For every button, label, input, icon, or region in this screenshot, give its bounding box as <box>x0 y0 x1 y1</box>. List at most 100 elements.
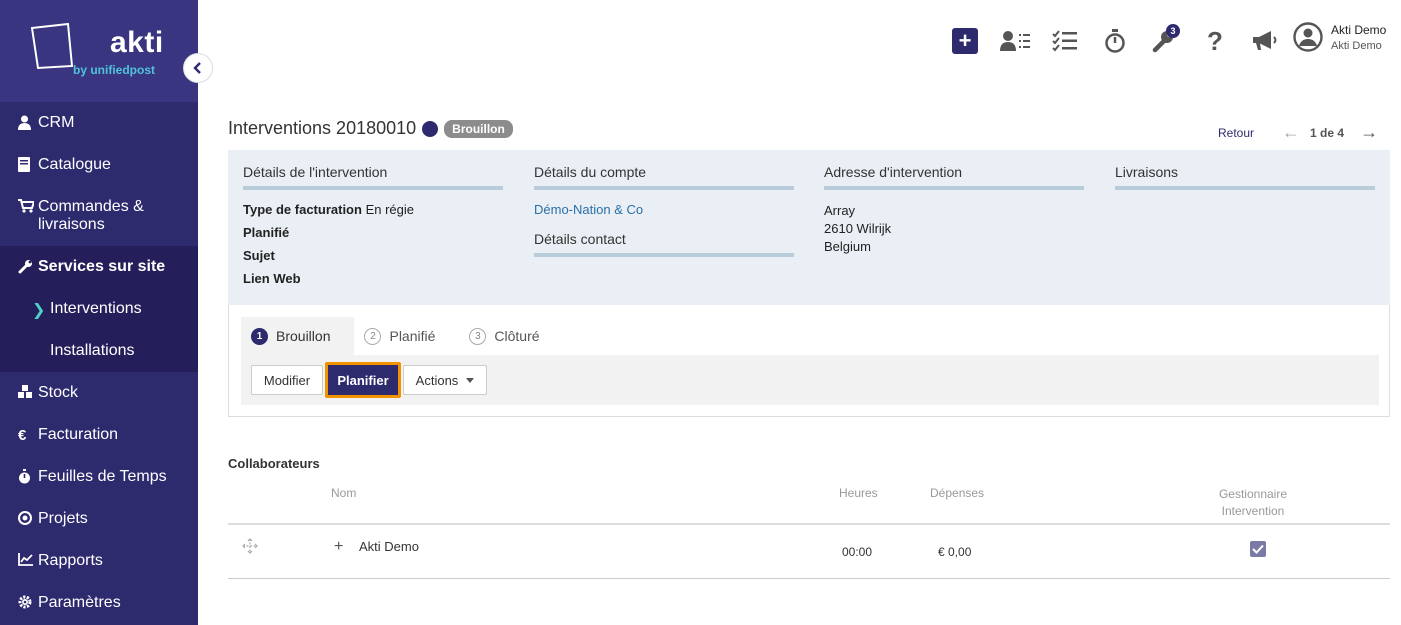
user-avatar-icon <box>1293 22 1323 52</box>
help-button[interactable]: ? <box>1190 24 1240 58</box>
account-details-heading: Détails du compte <box>534 164 794 190</box>
timer-button[interactable] <box>1090 24 1140 58</box>
sidebar-subitem-installations[interactable]: Installations <box>0 330 198 372</box>
sidebar-item-label: Services sur site <box>38 258 166 275</box>
collaborator-hours: 00:00 <box>842 545 873 559</box>
logo-mark-icon <box>30 22 74 70</box>
sidebar: akti by unifiedpost CRM Catalogue Comman… <box>0 0 213 625</box>
top-toolbar: + 3 ? <box>940 24 1290 58</box>
euro-icon: € <box>18 427 27 444</box>
caret-down-icon <box>466 377 475 383</box>
sidebar-item-rapports[interactable]: Rapports <box>0 540 198 582</box>
stopwatch-icon <box>1105 29 1125 53</box>
sidebar-item-catalogue[interactable]: Catalogue <box>0 144 198 186</box>
weblink-field: Lien Web <box>243 271 503 286</box>
user-name: Akti Demo <box>1331 22 1387 37</box>
tasks-button[interactable] <box>1040 24 1090 58</box>
sidebar-item-commandes[interactable]: Commandes & livraisons <box>0 186 198 246</box>
sidebar-item-facturation[interactable]: € Facturation <box>0 414 198 456</box>
sidebar-nav-lower: Stock € Facturation Feuilles de Temps Pr… <box>0 372 198 624</box>
expand-row-icon[interactable]: + <box>334 538 343 556</box>
column-header-hours: Heures <box>839 486 878 500</box>
contacts-button[interactable] <box>990 24 1040 58</box>
sidebar-item-label: Catalogue <box>38 156 111 173</box>
chart-icon <box>18 552 38 566</box>
sidebar-item-label: Facturation <box>38 426 119 443</box>
collaborator-name: Akti Demo <box>359 539 419 554</box>
column-header-manager-line: Gestionnaire <box>1218 487 1288 501</box>
collaborators-title: Collaborateurs <box>228 456 320 471</box>
actions-label: Actions <box>415 372 459 388</box>
manager-checkbox[interactable] <box>1250 541 1266 557</box>
billing-type-label: Type de facturation <box>243 202 362 217</box>
book-icon <box>18 156 38 172</box>
column-header-expenses: Dépenses <box>930 486 985 500</box>
intervention-details: Détails de l'intervention Type de factur… <box>243 164 503 286</box>
column-header-manager-line: Intervention <box>1221 504 1285 518</box>
stopwatch-icon <box>18 468 38 484</box>
announcements-button[interactable] <box>1240 24 1290 58</box>
sidebar-item-services[interactable]: Services sur site <box>0 246 198 288</box>
megaphone-icon <box>1253 31 1277 50</box>
next-arrow-icon[interactable]: → <box>1360 122 1378 143</box>
sidebar-nav: CRM Catalogue Commandes & livraisons Ser… <box>0 102 198 288</box>
sidebar-item-label: Projets <box>38 510 88 527</box>
sidebar-item-parametres[interactable]: Paramètres <box>0 582 198 624</box>
collaborator-expenses: € 0,00 <box>938 545 972 559</box>
workflow-steps: 1 Brouillon 2 Planifié 3 Clôturé <box>241 317 564 355</box>
account-link[interactable]: Démo-Nation & Co <box>534 202 794 217</box>
user-menu[interactable]: Akti Demo Akti Demo <box>1293 22 1386 52</box>
edit-button[interactable]: Modifier <box>251 365 323 395</box>
step-brouillon[interactable]: 1 Brouillon <box>241 317 355 355</box>
sidebar-item-label: Feuilles de Temps <box>38 468 167 485</box>
page-title: Interventions 20180010 Brouillon <box>228 118 513 139</box>
services-button[interactable]: 3 <box>1140 24 1190 58</box>
column-header-manager: Gestionnaire Intervention <box>1212 486 1294 520</box>
sidebar-subitem-interventions[interactable]: ❯ Interventions <box>0 288 198 330</box>
step-number: 3 <box>469 327 487 345</box>
logo-text: akti <box>110 26 164 59</box>
logo[interactable]: akti by unifiedpost <box>0 0 198 102</box>
drag-handle-icon[interactable] <box>241 538 259 554</box>
pager: Retour ← 1 de 4 → <box>1218 122 1378 143</box>
sidebar-item-stock[interactable]: Stock <box>0 372 198 414</box>
step-number: 1 <box>251 327 268 345</box>
contacts-list-icon <box>1000 31 1030 51</box>
intervention-address: Adresse d'intervention Array 2610 Wilrij… <box>824 164 1084 256</box>
sidebar-item-feuilles[interactable]: Feuilles de Temps <box>0 456 198 498</box>
sidebar-item-label: Paramètres <box>38 594 121 611</box>
deliveries: Livraisons <box>1115 164 1375 190</box>
step-label: Planifié <box>389 328 436 344</box>
deliveries-heading: Livraisons <box>1115 164 1375 190</box>
pager-count: 1 de 4 <box>1310 125 1345 140</box>
user-icon <box>18 114 38 130</box>
account-details: Détails du compte Démo-Nation & Co Détai… <box>534 164 794 257</box>
address-text: Array 2610 Wilrijk Belgium <box>824 202 1084 256</box>
column-header-name: Nom <box>331 486 357 500</box>
collapse-sidebar-button[interactable] <box>183 53 213 83</box>
sidebar-item-label: Rapports <box>38 552 103 569</box>
step-planifie[interactable]: 2 Planifié <box>354 317 459 355</box>
check-icon <box>1252 544 1264 554</box>
sidebar-item-crm[interactable]: CRM <box>0 102 198 144</box>
back-link[interactable]: Retour <box>1218 126 1254 140</box>
contact-details-heading: Détails contact <box>534 231 794 257</box>
status-dot <box>422 120 439 137</box>
sidebar-item-projets[interactable]: Projets <box>0 498 198 540</box>
details-panel: Détails de l'intervention Type de factur… <box>228 150 1390 306</box>
plus-icon: + <box>952 28 978 54</box>
boxes-icon <box>18 384 38 398</box>
sidebar-item-label: Commandes & livraisons <box>38 198 144 233</box>
plan-button[interactable]: Planifier <box>325 362 401 398</box>
add-button[interactable]: + <box>940 24 990 58</box>
step-cloture[interactable]: 3 Clôturé <box>459 317 563 355</box>
logo-tagline: by unifiedpost <box>73 63 155 77</box>
actions-dropdown[interactable]: Actions <box>403 365 487 395</box>
address-line: 2610 Wilrijk <box>824 221 892 236</box>
previous-arrow-icon[interactable]: ← <box>1282 122 1300 143</box>
chevron-right-icon: ❯ <box>32 302 46 319</box>
sidebar-subitem-label: Installations <box>50 342 135 359</box>
gear-icon <box>18 594 38 609</box>
planned-field: Planifié <box>243 225 503 240</box>
user-company: Akti Demo <box>1331 39 1382 52</box>
